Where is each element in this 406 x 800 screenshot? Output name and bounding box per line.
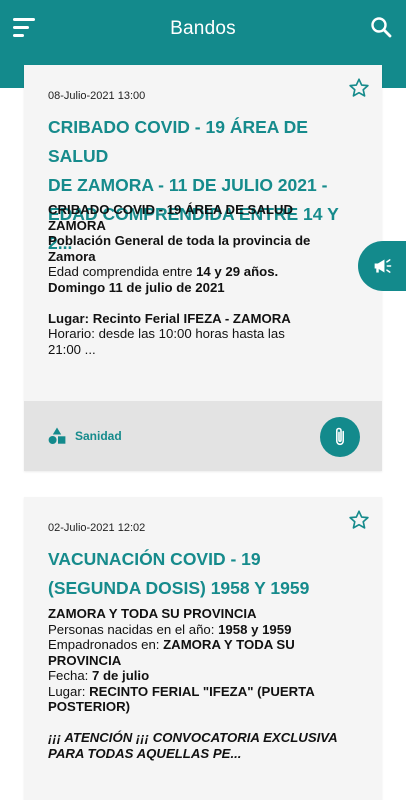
card-date: 08-Julio-2021 13:00: [48, 90, 146, 102]
shapes-icon: [48, 427, 66, 445]
card-body: ZAMORA Y TODA SU PROVINCIA Personas naci…: [48, 606, 338, 761]
bando-card[interactable]: 08-Julio-2021 13:00 CRIBADO COVID - 19 Á…: [24, 65, 382, 471]
star-outline-icon[interactable]: [348, 77, 370, 99]
card-body: CRIBADO COVID - 19 ÁREA DE SALUD ZAMORA …: [48, 202, 311, 357]
megaphone-icon[interactable]: [358, 241, 406, 291]
category-label[interactable]: Sanidad: [75, 429, 122, 443]
card-date: 02-Julio-2021 12:02: [48, 522, 146, 534]
star-outline-icon[interactable]: [348, 509, 370, 531]
app-bar: Bandos: [0, 0, 406, 58]
paperclip-icon[interactable]: [320, 417, 360, 457]
search-icon[interactable]: [370, 16, 392, 38]
page-title: Bandos: [170, 18, 236, 39]
menu-icon[interactable]: [13, 18, 35, 38]
card-footer: Sanidad: [24, 401, 382, 471]
bando-card[interactable]: 02-Julio-2021 12:02 VACUNACIÓN COVID - 1…: [24, 497, 382, 800]
card-title[interactable]: VACUNACIÓN COVID - 19 (SEGUNDA DOSIS) 19…: [48, 545, 362, 603]
